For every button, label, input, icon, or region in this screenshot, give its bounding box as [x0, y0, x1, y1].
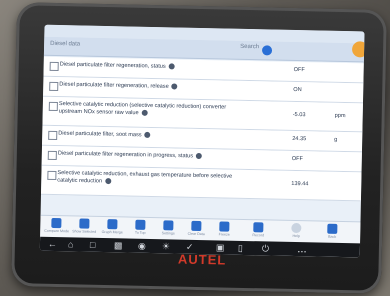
status-indicators: ▪ ▪ ▪ [297, 249, 307, 256]
clear-data-button[interactable]: Clear Data [184, 220, 208, 240]
graph-merge-button[interactable]: Graph Merge [100, 218, 124, 238]
show-selected-button[interactable]: Show Selected [72, 217, 96, 237]
parameter-unit: g [334, 136, 338, 143]
tablet-screen: Diesel data Search Diesel particulate fi… [39, 24, 365, 258]
settings-button[interactable]: Settings [156, 219, 180, 239]
parameter-value: 139.44 [291, 180, 309, 188]
power-icon[interactable]: ⏻ [262, 242, 269, 254]
camera-icon [253, 222, 264, 233]
parameter-name: Diesel particulate filter, soot mass [58, 130, 142, 139]
record-button[interactable]: Record [246, 221, 270, 241]
arrow-up-icon [135, 219, 146, 230]
parameter-row[interactable]: Selective catalytic reduction, exhaust g… [40, 165, 362, 202]
compare-mode-button[interactable]: Compare Mode [44, 217, 69, 237]
parameter-list: Diesel particulate filter regeneration, … [40, 56, 364, 202]
parameter-value: ON [293, 86, 302, 94]
freeze-icon [219, 221, 230, 232]
trash-icon [191, 220, 202, 232]
nav-back-icon[interactable]: ← [48, 238, 57, 250]
camera-icon[interactable]: ◉ [138, 240, 146, 252]
row-checkbox[interactable] [49, 61, 59, 72]
parameter-name: Selective catalytic reduction, exhaust g… [57, 170, 233, 185]
parameter-value: OFF [291, 155, 304, 163]
toggle-button[interactable] [261, 45, 273, 56]
row-checkbox[interactable] [47, 150, 57, 161]
row-checkbox[interactable] [48, 101, 58, 112]
list-icon [79, 218, 90, 229]
photo-scene: Diesel data Search Diesel particulate fi… [0, 0, 390, 296]
screenshot-icon[interactable]: ▩ [114, 239, 123, 251]
row-checkbox[interactable] [48, 130, 58, 141]
tablet-device: Diesel data Search Diesel particulate fi… [11, 2, 387, 294]
info-icon[interactable] [168, 63, 175, 70]
parameter-name: Diesel particulate filter regeneration, … [59, 61, 166, 70]
page-title: Diesel data [50, 40, 81, 48]
shop-icon[interactable]: ▯ [238, 242, 243, 254]
parameter-value: -5.03 [292, 111, 306, 119]
info-icon[interactable] [171, 83, 178, 90]
freeze-button[interactable]: Freeze [212, 220, 236, 240]
compare-icon [51, 217, 62, 229]
info-icon[interactable] [141, 109, 148, 116]
back-icon [327, 223, 338, 234]
brand-logo: AUTEL [177, 251, 227, 268]
row-checkbox[interactable] [47, 170, 57, 181]
parameter-value: OFF [293, 66, 305, 74]
help-icon [291, 222, 302, 234]
to-top-button[interactable]: To Top [128, 219, 152, 239]
info-icon[interactable] [196, 152, 203, 160]
notification-icon[interactable] [351, 41, 365, 58]
merge-icon [107, 219, 118, 230]
brightness-icon[interactable]: ☀ [162, 240, 170, 252]
recent-apps-icon[interactable]: □ [90, 239, 96, 251]
info-icon[interactable] [144, 131, 151, 138]
gear-icon [163, 220, 174, 231]
parameter-value: 24.35 [292, 135, 307, 143]
search-label[interactable]: Search [240, 44, 259, 55]
parameter-unit: ppm [334, 112, 346, 120]
parameter-name: Diesel particulate filter regeneration, … [59, 81, 169, 90]
info-icon[interactable] [105, 178, 112, 185]
back-button[interactable]: Back [320, 223, 344, 243]
parameter-name: Diesel particulate filter regeneration i… [57, 150, 194, 160]
help-button[interactable]: Help [284, 222, 308, 242]
row-checkbox[interactable] [49, 81, 59, 92]
home-icon[interactable]: ⌂ [68, 238, 74, 250]
